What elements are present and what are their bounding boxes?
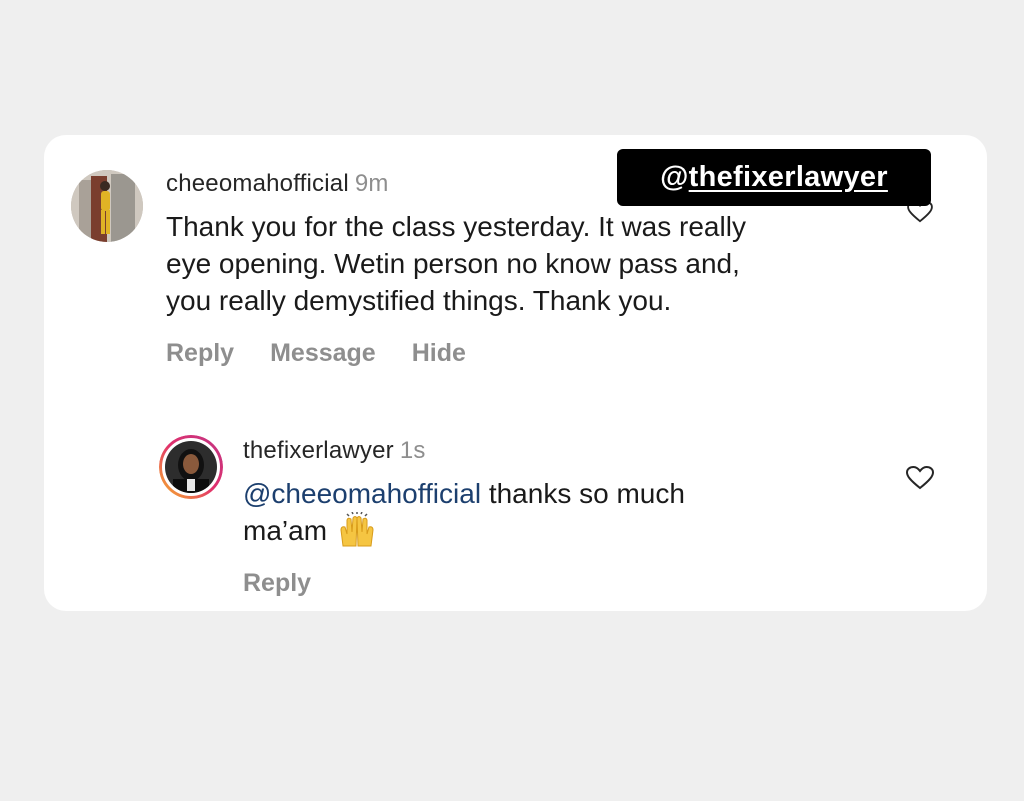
reply-button[interactable]: Reply — [243, 569, 311, 597]
comment-time: 9m — [354, 170, 389, 197]
comment-line: you really demystified things. Thank you… — [166, 285, 672, 316]
commenter-name[interactable]: cheeomahofficial — [166, 170, 349, 197]
reply-line2-text: ma’am — [243, 515, 328, 546]
message-button[interactable]: Message — [270, 339, 376, 367]
heart-outline-icon[interactable] — [906, 466, 934, 490]
replier-avatar[interactable] — [159, 435, 223, 499]
reply-line-text: thanks so much — [481, 478, 685, 509]
mention-sticker[interactable]: @ thefixerlawyer — [617, 149, 931, 206]
comment-actions: Reply Message Hide — [166, 339, 502, 368]
replier-name[interactable]: thefixerlawyer — [243, 437, 394, 464]
hide-button[interactable]: Hide — [412, 339, 466, 367]
commenter-avatar[interactable] — [71, 170, 143, 242]
reply-line: @cheeomahofficial thanks so much — [243, 475, 685, 512]
reply-actions: Reply — [243, 569, 347, 598]
comment-text: Thank you for the class yesterday. It wa… — [166, 208, 746, 319]
mention-sticker-handle[interactable]: thefixerlawyer — [689, 161, 888, 194]
replier-username[interactable]: thefixerlawyer 1s — [243, 437, 426, 465]
comment-line: eye opening. Wetin person no know pass a… — [166, 248, 740, 279]
reply-line: ma’am — [243, 511, 685, 557]
reply-time: 1s — [399, 437, 426, 464]
raising-hands-emoji — [335, 511, 379, 557]
mention-link[interactable]: @cheeomahofficial — [243, 478, 481, 509]
commenter-username[interactable]: cheeomahofficial 9m — [166, 170, 389, 198]
comment-card: cheeomahofficial 9m Thank you for the cla… — [44, 135, 987, 611]
reply-text: @cheeomahofficial thanks so much ma’am — [243, 475, 685, 557]
story-ring — [159, 435, 223, 499]
comment-line: Thank you for the class yesterday. It wa… — [166, 211, 746, 242]
mention-sticker-at: @ — [660, 161, 689, 193]
reply-button[interactable]: Reply — [166, 339, 234, 367]
